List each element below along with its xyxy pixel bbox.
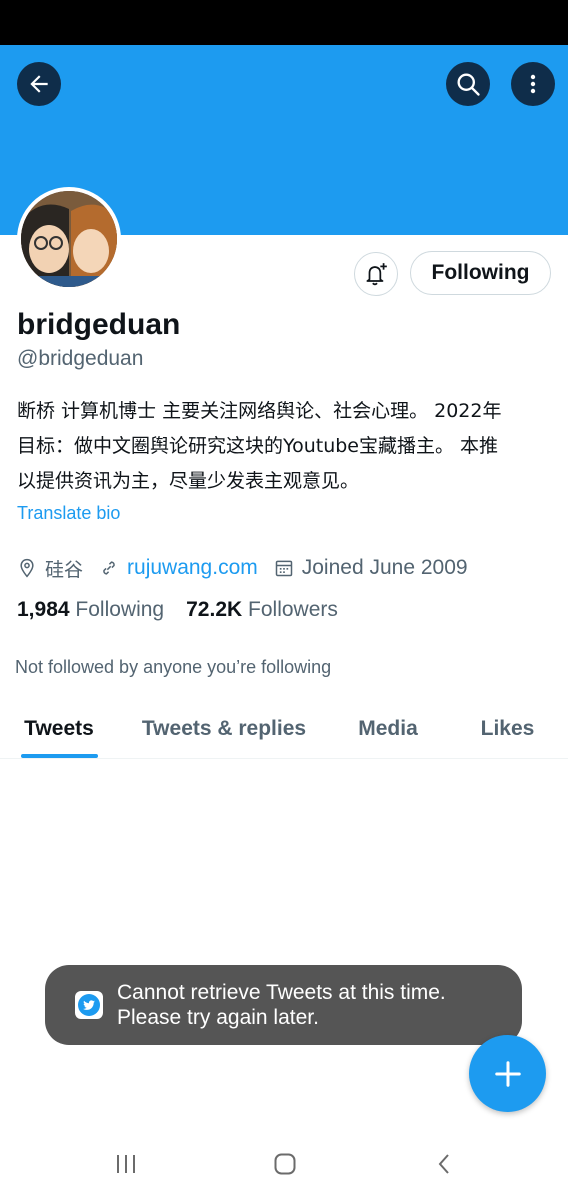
profile-handle: @bridgeduan — [17, 347, 144, 370]
avatar-frame — [17, 187, 121, 291]
avatar-illustration — [21, 191, 117, 287]
location-item: 硅谷 — [17, 555, 83, 582]
toast-message: Cannot retrieve Tweets at this time. Ple… — [117, 980, 446, 1030]
location-text: 硅谷 — [45, 558, 84, 581]
back-button[interactable] — [17, 62, 61, 106]
search-icon — [457, 73, 480, 96]
chevron-left-icon — [438, 1154, 449, 1174]
following-label: Following — [75, 598, 165, 621]
bio-line: 以提供资讯为主，尽量少发表主观意见。 — [17, 470, 360, 492]
recents-button[interactable] — [106, 1148, 146, 1180]
more-vertical-icon — [530, 74, 536, 94]
more-options-button[interactable] — [511, 62, 555, 106]
bio-line: 断桥 计算机博士 主要关注网络舆论、社会心理。 2022年 — [17, 400, 502, 422]
system-navigation-bar — [0, 1130, 568, 1200]
arrow-left-icon — [30, 75, 48, 93]
twitter-app-icon — [75, 991, 103, 1019]
notifications-button[interactable] — [354, 252, 398, 296]
joined-item: Joined June 2009 — [274, 556, 468, 580]
followers-label: Followers — [248, 598, 338, 621]
recents-icon — [117, 1155, 135, 1173]
profile-bio: 断桥 计算机博士 主要关注网络舆论、社会心理。 2022年 目标：做中文圈舆论研… — [17, 394, 557, 499]
system-back-button[interactable] — [425, 1148, 465, 1180]
toast-line: Cannot retrieve Tweets at this time. — [117, 981, 446, 1004]
error-toast: Cannot retrieve Tweets at this time. Ple… — [45, 965, 522, 1045]
website-link[interactable]: rujuwang.com — [127, 556, 258, 580]
profile-meta: 硅谷 rujuwang.com Joined June 2009 — [17, 553, 484, 583]
followers-stat[interactable]: 72.2K Followers — [186, 598, 338, 622]
plus-icon — [494, 1060, 521, 1087]
home-button[interactable] — [265, 1148, 305, 1180]
follow-stats: 1,984 Following 72.2K Followers — [17, 598, 360, 622]
followers-count: 72.2K — [186, 598, 243, 621]
bell-plus-icon — [366, 263, 387, 286]
translate-bio-link[interactable]: Translate bio — [17, 503, 120, 524]
following-stat[interactable]: 1,984 Following — [17, 598, 164, 622]
home-icon — [274, 1153, 296, 1175]
compose-tweet-button[interactable] — [469, 1035, 546, 1112]
tab-media[interactable]: Media — [338, 700, 438, 758]
not-followed-notice: Not followed by anyone you’re following — [15, 657, 332, 677]
avatar[interactable] — [21, 191, 117, 287]
website-item: rujuwang.com — [99, 556, 258, 580]
tab-label: Tweets — [24, 717, 94, 740]
search-button[interactable] — [446, 62, 490, 106]
tab-label: Media — [358, 717, 418, 740]
profile-tabs: Tweets Tweets & replies Media Likes — [0, 700, 568, 759]
active-tab-indicator — [21, 754, 98, 758]
tab-label: Tweets & replies — [141, 717, 307, 740]
profile-display-name: bridgeduan — [17, 308, 181, 341]
location-pin-icon — [20, 558, 34, 578]
following-button[interactable]: Following — [410, 251, 551, 295]
bio-line: 目标：做中文圈舆论研究这块的Youtube宝藏播主。 本推 — [17, 435, 499, 457]
tab-tweets-replies[interactable]: Tweets & replies — [125, 700, 323, 758]
calendar-icon — [275, 560, 292, 577]
tab-likes[interactable]: Likes — [460, 700, 555, 758]
toast-line: Please try again later. — [117, 1006, 319, 1029]
tab-tweets[interactable]: Tweets — [0, 700, 118, 758]
joined-date: Joined June 2009 — [301, 556, 468, 579]
following-count: 1,984 — [17, 598, 70, 621]
link-icon — [103, 561, 115, 575]
tab-label: Likes — [480, 717, 535, 740]
status-bar — [0, 0, 568, 45]
